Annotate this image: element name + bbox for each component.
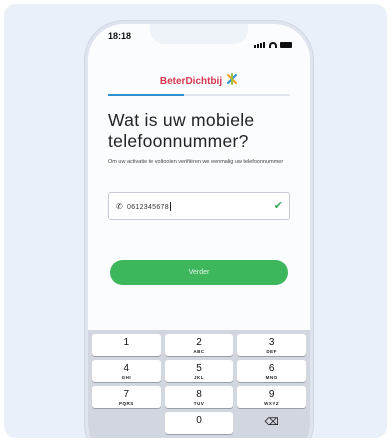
key-0[interactable]: 0	[164, 412, 234, 434]
key-9[interactable]: 9 WXYZ	[237, 386, 307, 408]
progress-bar	[108, 94, 290, 96]
key-7[interactable]: 7 PQRS	[92, 386, 161, 408]
backspace-icon: ⌫	[264, 417, 279, 428]
key-5[interactable]: 5 JKL	[164, 360, 234, 382]
numeric-keyboard: 1 2 ABC 3 DEF 4 GHI 5 JKL 6 MNO 7 PQRS 8 TUV 9W…	[88, 330, 310, 438]
page-subtitle: Om uw activatie te voltooien verifiëren …	[108, 159, 284, 165]
key-blank	[92, 412, 161, 434]
phone-number-input[interactable]: ✆ 0612345678 ✔	[108, 192, 290, 220]
screenshot-card: 18:18 BeterDichtbij Wat is uw mobiele te…	[4, 4, 387, 438]
key-2[interactable]: 2 ABC	[164, 334, 234, 356]
phone-number-value[interactable]: 0612345678	[127, 202, 171, 211]
status-icons	[254, 30, 292, 48]
phone-icon: ✆	[116, 202, 123, 211]
app-logo: BeterDichtbij	[88, 73, 310, 88]
logo-mark-icon	[226, 73, 238, 88]
signal-icon	[254, 30, 266, 48]
key-6[interactable]: 6 MNO	[237, 360, 307, 382]
key-3[interactable]: 3 DEF	[237, 334, 307, 356]
phone-frame: 18:18 BeterDichtbij Wat is uw mobiele te…	[88, 24, 310, 438]
backspace-key[interactable]: ⌫	[237, 412, 306, 434]
key-1[interactable]: 1	[92, 334, 161, 356]
logo-text: BeterDichtbij	[159, 76, 223, 87]
phone-notch	[150, 24, 248, 44]
key-4[interactable]: 4 GHI	[92, 360, 161, 382]
page-title: Wat is uw mobiele telefoonnummer?	[108, 110, 255, 151]
next-button[interactable]: Verder	[110, 260, 288, 285]
text-caret	[169, 202, 171, 211]
status-time: 18:18	[108, 31, 132, 41]
check-icon: ✔	[273, 200, 283, 212]
key-8[interactable]: 8 TUV	[164, 386, 234, 408]
progress-fill	[108, 94, 185, 96]
battery-icon	[280, 42, 292, 48]
wifi-icon	[269, 42, 277, 48]
